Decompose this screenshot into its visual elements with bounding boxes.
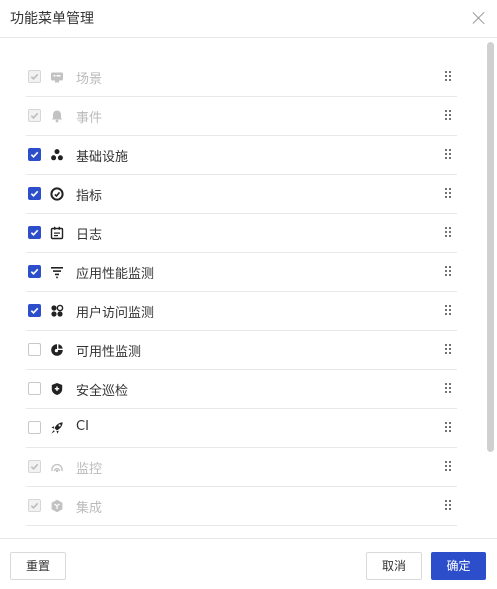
reset-button[interactable]: 重置 [10, 552, 66, 580]
drag-handle-icon[interactable] [445, 188, 453, 200]
rocket-icon [50, 421, 64, 435]
menu-item-label: 监控 [76, 462, 103, 477]
menu-item-checkbox [28, 70, 41, 83]
menu-item-checkbox[interactable] [28, 265, 41, 278]
drag-handle-icon[interactable] [445, 227, 453, 239]
checkmark-icon [30, 463, 39, 471]
drag-handle-icon[interactable] [445, 383, 453, 395]
menu-item-checkbox[interactable] [28, 187, 41, 200]
menu-item-row: 集成 [26, 487, 457, 526]
menu-item-row: 指标 [26, 175, 457, 214]
menu-item-label: CI [76, 419, 89, 434]
dialog-header: 功能菜单管理 [0, 0, 497, 38]
menu-item-checkbox[interactable] [28, 382, 41, 395]
menu-item-row: 用户访问监测 [26, 292, 457, 331]
scrollbar[interactable] [486, 39, 495, 538]
drag-handle-icon[interactable] [445, 461, 453, 473]
dialog-body: 场景事件基础设施指标日志应用性能监测 用户访问监测 可用性监测安全巡检 CI 监控集成 [0, 39, 497, 538]
infrastructure-icon [50, 148, 64, 162]
menu-item-list: 场景事件基础设施指标日志应用性能监测 用户访问监测 可用性监测安全巡检 CI 监控集成 [26, 58, 457, 526]
menu-item-checkbox[interactable] [28, 421, 41, 434]
drag-handle-icon[interactable] [445, 149, 453, 161]
checkmark-icon [30, 307, 39, 315]
menu-item-checkbox [28, 460, 41, 473]
scrollbar-thumb[interactable] [487, 42, 494, 452]
menu-item-label: 场景 [76, 72, 103, 87]
cancel-button[interactable]: 取消 [366, 552, 422, 580]
checkmark-icon [30, 73, 39, 81]
rum-icon [50, 304, 64, 318]
menu-item-checkbox[interactable] [28, 304, 41, 317]
menu-item-checkbox[interactable] [28, 226, 41, 239]
checkmark-icon [30, 268, 39, 276]
menu-item-checkbox[interactable] [28, 148, 41, 161]
drag-handle-icon[interactable] [445, 110, 453, 122]
menu-item-row: 监控 [26, 448, 457, 487]
dialog-title: 功能菜单管理 [10, 11, 94, 27]
checkmark-icon [30, 190, 39, 198]
menu-item-label: 用户访问监测 [76, 306, 155, 321]
menu-item-row: 日志 [26, 214, 457, 253]
drag-handle-icon[interactable] [445, 344, 453, 356]
bell-icon [50, 109, 64, 123]
drag-handle-icon[interactable] [445, 266, 453, 278]
menu-item-label: 安全巡检 [76, 384, 129, 399]
scene-icon [50, 70, 64, 84]
menu-item-row: CI [26, 409, 457, 448]
checkmark-icon [30, 502, 39, 510]
drag-handle-icon[interactable] [445, 71, 453, 83]
checkmark-icon [30, 151, 39, 159]
menu-item-row: 场景 [26, 58, 457, 97]
metric-icon [50, 187, 64, 201]
menu-management-dialog: 功能菜单管理 场景事件基础设施指标日志应用性能监测 用户访问监测 可用性监测安全巡检… [0, 0, 497, 589]
menu-item-label: 指标 [76, 189, 103, 204]
close-icon[interactable] [471, 10, 487, 26]
menu-item-label: 应用性能监测 [76, 267, 155, 282]
drag-handle-icon[interactable] [445, 422, 453, 434]
menu-item-row: 基础设施 [26, 136, 457, 175]
menu-item-label: 事件 [76, 111, 103, 126]
integration-icon [50, 499, 64, 513]
menu-item-row: 应用性能监测 [26, 253, 457, 292]
apm-icon [50, 265, 64, 279]
menu-item-label: 集成 [76, 501, 103, 516]
confirm-button[interactable]: 确定 [431, 552, 486, 580]
menu-item-label: 基础设施 [76, 150, 129, 165]
log-icon [50, 226, 64, 240]
drag-handle-icon[interactable] [445, 305, 453, 317]
menu-item-row: 事件 [26, 97, 457, 136]
checkmark-icon [30, 229, 39, 237]
menu-item-checkbox[interactable] [28, 343, 41, 356]
menu-item-checkbox [28, 109, 41, 122]
shield-icon [50, 382, 64, 396]
monitor-icon [50, 460, 64, 474]
menu-item-row: 安全巡检 [26, 370, 457, 409]
menu-item-label: 可用性监测 [76, 345, 142, 360]
menu-item-checkbox [28, 499, 41, 512]
dial-icon [50, 343, 64, 357]
menu-item-label: 日志 [76, 228, 103, 243]
drag-handle-icon[interactable] [445, 500, 453, 512]
checkmark-icon [30, 112, 39, 120]
dialog-footer: 重置 取消 确定 [0, 538, 497, 589]
menu-item-row: 可用性监测 [26, 331, 457, 370]
